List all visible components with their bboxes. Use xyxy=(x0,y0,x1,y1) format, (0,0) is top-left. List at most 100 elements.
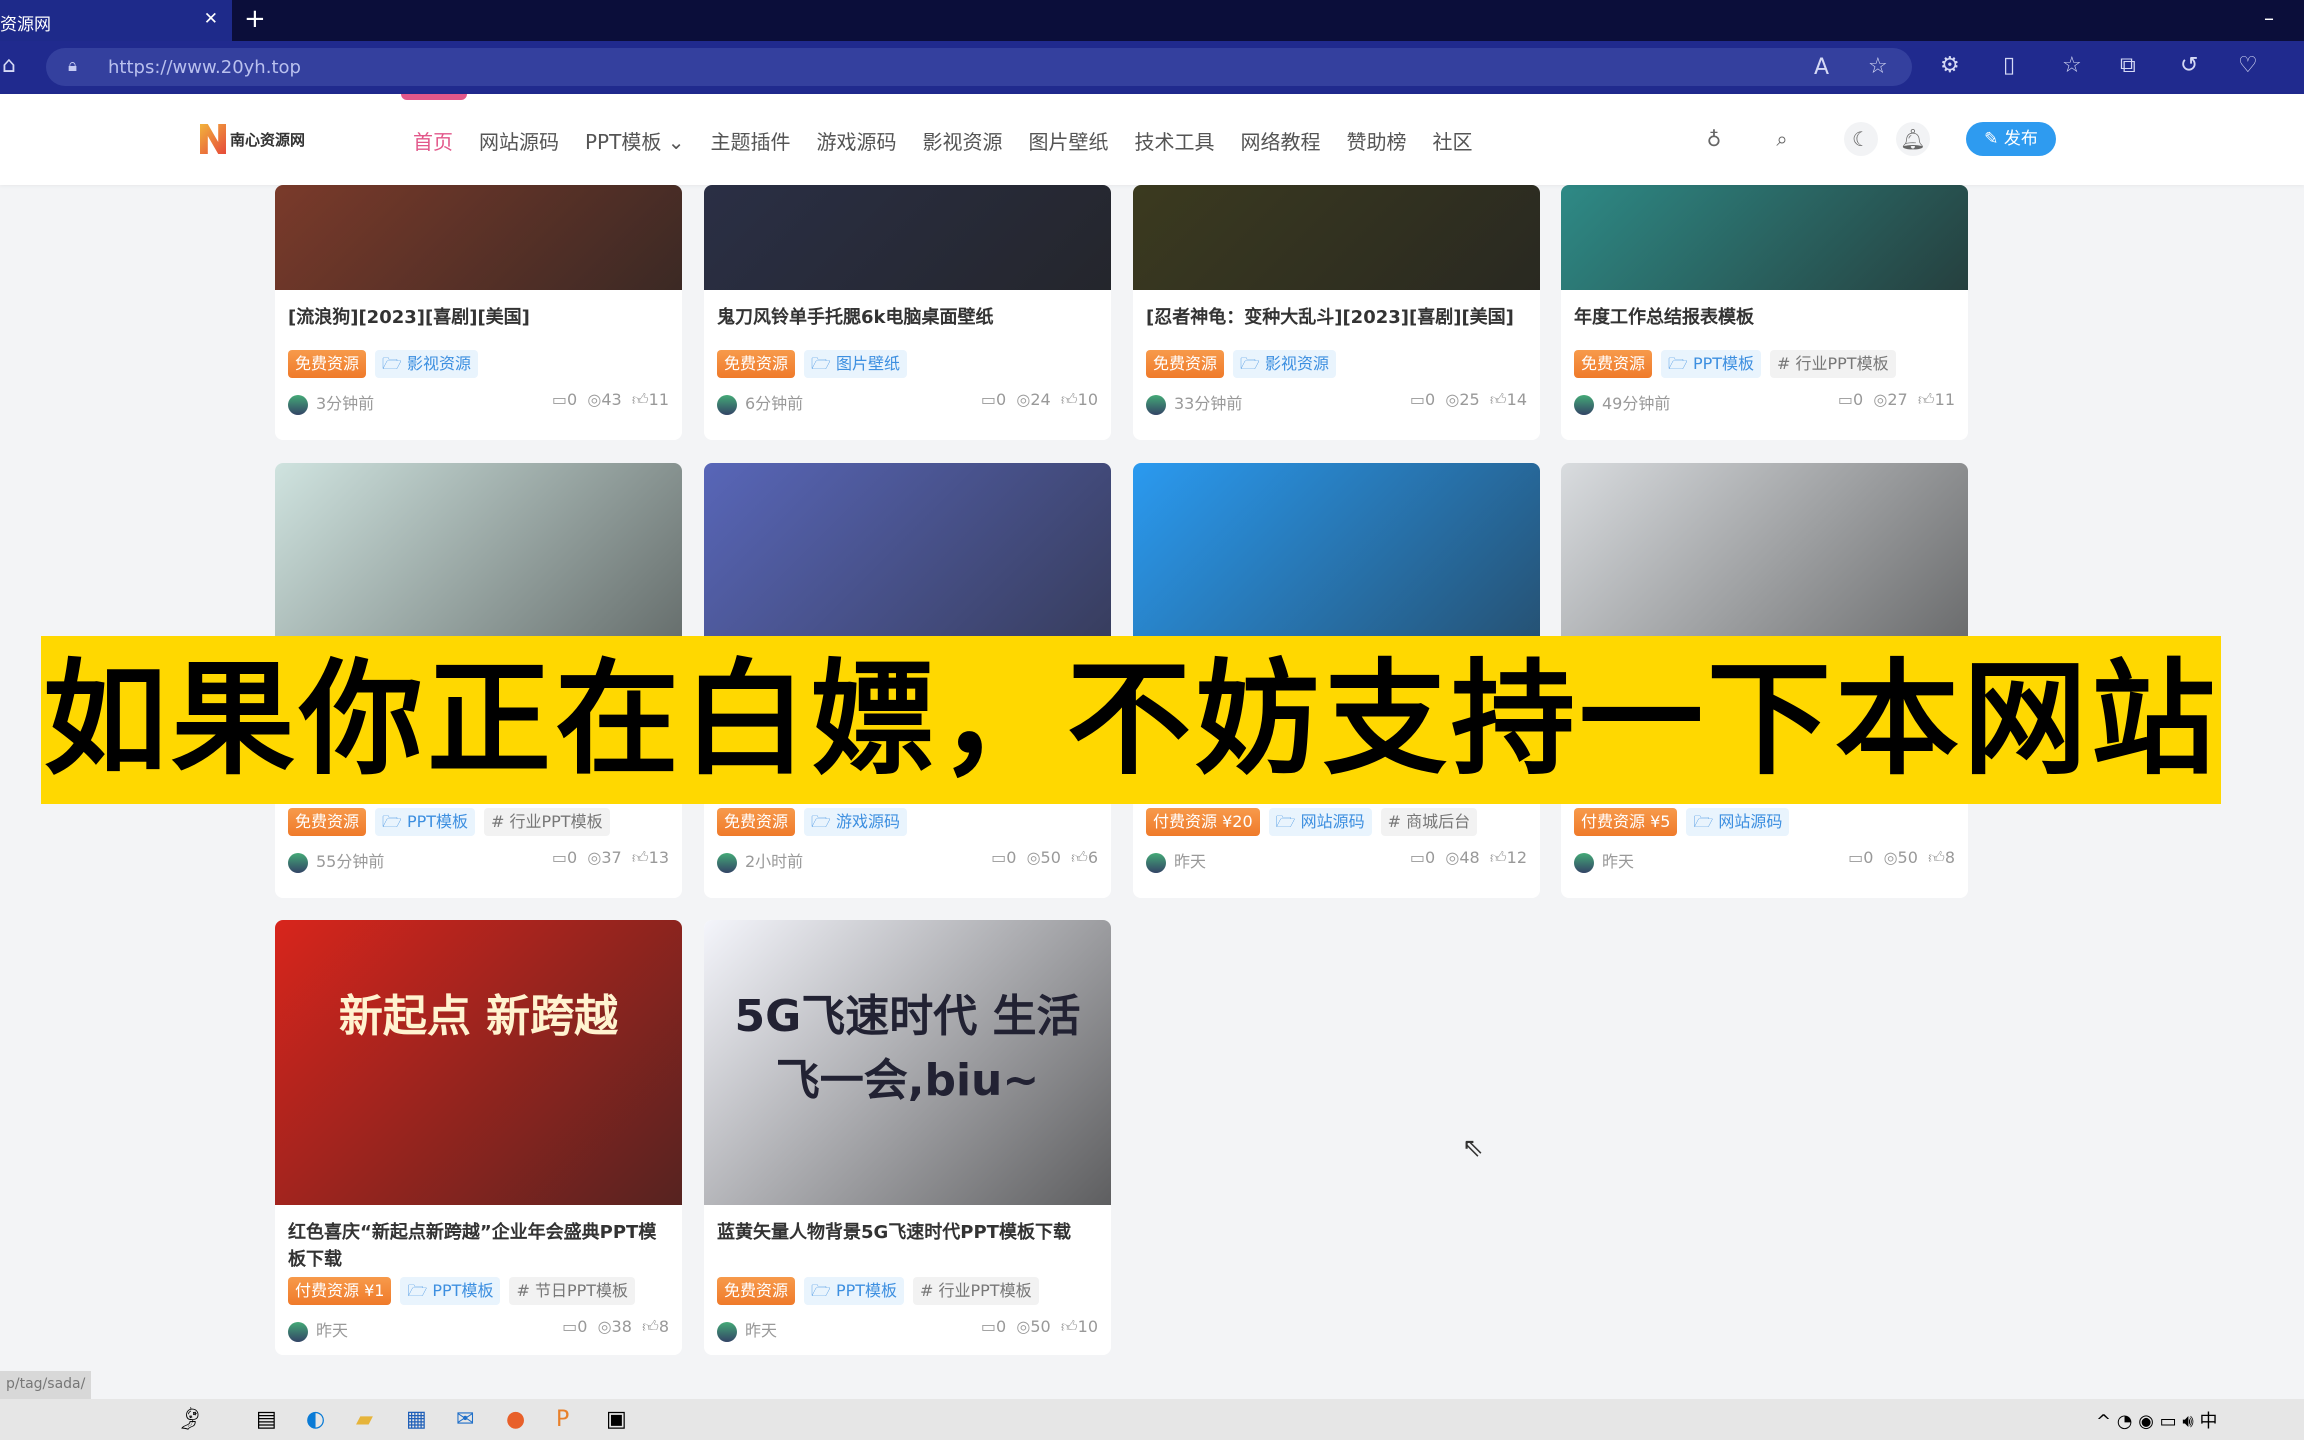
firefox-icon[interactable]: ● xyxy=(506,1407,525,1432)
price-badge: 免费资源 xyxy=(717,1277,796,1305)
post-card[interactable]: [流浪狗][2023][喜剧][美国] 免费资源 🗁 影视资源 3分钟前 ▭0 ◎43 … xyxy=(275,185,682,440)
post-thumbnail[interactable] xyxy=(1133,185,1540,290)
hashtag[interactable]: # 节日PPT模板 xyxy=(509,1277,636,1305)
post-thumbnail[interactable] xyxy=(704,185,1111,290)
category-tag[interactable]: 🗁 网站源码 xyxy=(1686,808,1790,836)
publish-button[interactable]: ✎ 发布 xyxy=(1966,122,2056,156)
mail-icon[interactable]: ✉ xyxy=(456,1407,474,1432)
split-screen-icon[interactable]: ▯ xyxy=(2003,53,2015,78)
post-card[interactable]: 5G飞速时代 生活飞一会,biu~ 蓝黄矢量人物背景5G飞速时代PPT模板下载 免费… xyxy=(704,920,1111,1355)
post-title[interactable]: 鬼刀风铃单手托腮6k电脑桌面壁纸 xyxy=(717,304,1099,331)
post-title[interactable]: 年度工作总结报表模板 xyxy=(1574,304,1956,331)
like-count: 6 xyxy=(1087,848,1098,867)
category-tag[interactable]: 🗁 影视资源 xyxy=(1233,350,1336,378)
close-tab-icon[interactable]: ✕ xyxy=(204,9,218,29)
post-card[interactable]: 新起点 新跨越 红色喜庆“新起点新跨越”企业年会盛典PPT模板下载 付费资源 ¥1 🗁… xyxy=(275,920,682,1355)
minimize-icon[interactable]: – xyxy=(2264,6,2274,30)
author-avatar[interactable] xyxy=(1146,852,1166,873)
file-explorer-icon[interactable]: ▰ xyxy=(356,1407,373,1432)
new-tab-icon[interactable]: + xyxy=(244,4,266,34)
edge-icon[interactable]: ◐ xyxy=(306,1407,325,1432)
hashtag[interactable]: # 商城后台 xyxy=(1380,808,1478,836)
dark-mode-icon[interactable]: ☾ xyxy=(1844,122,1878,156)
post-title[interactable]: 红色喜庆“新起点新跨越”企业年会盛典PPT模板下载 xyxy=(288,1219,670,1273)
performance-icon[interactable]: ♡ xyxy=(2238,53,2258,78)
history-icon[interactable]: ↺ xyxy=(2180,53,2198,78)
task-view-icon[interactable]: ▤ xyxy=(256,1407,277,1432)
price-badge: 免费资源 xyxy=(717,808,796,836)
nav-wallpapers[interactable]: 图片壁纸 xyxy=(1028,126,1108,155)
bell-icon[interactable]: 🔔︎ xyxy=(1896,122,1930,156)
nav-ppt-templates[interactable]: PPT模板 ⌄ xyxy=(585,126,684,155)
category-tag[interactable]: 🗁 PPT模板 xyxy=(375,808,476,836)
nav-community[interactable]: 社区 xyxy=(1432,126,1472,155)
url-input[interactable]: 🔒︎ https://www.20yh.top A ☆ xyxy=(46,48,1912,86)
category-tag[interactable]: 🗁 PPT模板 xyxy=(804,1277,905,1305)
post-thumbnail[interactable] xyxy=(1561,185,1968,290)
post-title[interactable]: [流浪狗][2023][喜剧][美国] xyxy=(288,304,670,331)
like-count: 8 xyxy=(658,1317,669,1336)
views-icon: ◎ xyxy=(1445,390,1460,409)
nav-home[interactable]: 首页 xyxy=(413,126,453,155)
post-thumbnail[interactable]: 新起点 新跨越 xyxy=(275,920,682,1205)
views-icon: ◎ xyxy=(1016,390,1031,409)
comment-icon: ▭ xyxy=(551,848,568,867)
like-icon: 👍︎ xyxy=(1489,390,1507,409)
thumbnail-text: 新起点 新跨越 xyxy=(338,991,619,1042)
nav-video-resources[interactable]: 影视资源 xyxy=(922,126,1002,155)
lightbulb-icon[interactable]: ♁ xyxy=(1697,122,1731,156)
nav-tech-tools[interactable]: 技术工具 xyxy=(1134,126,1214,155)
collections-icon[interactable]: ⧉ xyxy=(2120,53,2136,78)
category-tag[interactable]: 🗁 PPT模板 xyxy=(400,1277,501,1305)
author-avatar[interactable] xyxy=(717,394,737,415)
system-tray[interactable]: ^ ◔ ◉ ▭ 🔊︎ 中 xyxy=(2096,1407,2217,1433)
site-logo[interactable]: 南心资源网 xyxy=(200,124,305,154)
read-aloud-icon[interactable]: A xyxy=(1814,55,1829,80)
author-avatar[interactable] xyxy=(1146,394,1166,415)
author-avatar[interactable] xyxy=(1574,852,1594,873)
favorites-icon[interactable]: ☆ xyxy=(2062,53,2082,78)
post-title[interactable]: 蓝黄矢量人物背景5G飞速时代PPT模板下载 xyxy=(717,1219,1099,1246)
author-avatar[interactable] xyxy=(717,852,737,873)
category-tag[interactable]: 🗁 影视资源 xyxy=(375,350,478,378)
store-icon[interactable]: ▦ xyxy=(406,1407,427,1432)
hashtag[interactable]: # 行业PPT模板 xyxy=(913,1277,1039,1305)
taskbar: 🎐︎ ▤ ◐ ▰ ▦ ✉ ● P ▣ ^ ◔ ◉ ▭ 🔊︎ 中 xyxy=(0,1399,2304,1440)
post-thumbnail[interactable] xyxy=(275,185,682,290)
app-icon[interactable]: ▣ xyxy=(606,1407,627,1432)
view-count: 50 xyxy=(1040,848,1061,867)
post-title[interactable]: [忍者神龟：变种大乱斗][2023][喜剧][美国] xyxy=(1146,304,1528,331)
author-avatar[interactable] xyxy=(1574,394,1594,415)
nav-sponsors[interactable]: 赞助榜 xyxy=(1346,126,1406,155)
views-icon: ◎ xyxy=(1016,1317,1031,1336)
hashtag[interactable]: # 行业PPT模板 xyxy=(1770,350,1896,378)
category-tag[interactable]: 🗁 游戏源码 xyxy=(804,808,907,836)
like-count: 11 xyxy=(648,390,669,409)
post-thumbnail[interactable]: 5G飞速时代 生活飞一会,biu~ xyxy=(704,920,1111,1205)
views-icon: ◎ xyxy=(1026,848,1041,867)
widgets-icon[interactable]: 🎐︎ xyxy=(176,1407,204,1432)
author-avatar[interactable] xyxy=(717,1321,737,1342)
hashtag[interactable]: # 行业PPT模板 xyxy=(484,808,610,836)
category-tag[interactable]: 🗁 图片壁纸 xyxy=(804,350,907,378)
author-avatar[interactable] xyxy=(288,852,308,873)
home-icon[interactable]: ⌂ xyxy=(2,53,16,78)
category-tag[interactable]: 🗁 PPT模板 xyxy=(1661,350,1762,378)
comment-count: 0 xyxy=(1425,848,1436,867)
post-card[interactable]: 年度工作总结报表模板 免费资源 🗁 PPT模板 # 行业PPT模板 49分钟前 ▭0 ◎2… xyxy=(1561,185,1968,440)
nav-theme-plugins[interactable]: 主题插件 xyxy=(710,126,790,155)
like-count: 14 xyxy=(1506,390,1527,409)
favorite-star-icon[interactable]: ☆ xyxy=(1868,54,1888,79)
author-avatar[interactable] xyxy=(288,394,308,415)
post-card[interactable]: [忍者神龟：变种大乱斗][2023][喜剧][美国] 免费资源 🗁 影视资源 33分钟… xyxy=(1133,185,1540,440)
browser-tab[interactable]: 资源网 ✕ xyxy=(0,0,232,41)
nav-tutorials[interactable]: 网络教程 xyxy=(1240,126,1320,155)
author-avatar[interactable] xyxy=(288,1321,308,1342)
post-card[interactable]: 鬼刀风铃单手托腮6k电脑桌面壁纸 免费资源 🗁 图片壁纸 6分钟前 ▭0 ◎24 👍︎1… xyxy=(704,185,1111,440)
powerpoint-icon[interactable]: P xyxy=(556,1407,569,1432)
search-icon[interactable]: ⌕ xyxy=(1765,122,1799,156)
extensions-icon[interactable]: ⚙ xyxy=(1940,53,1960,78)
category-tag[interactable]: 🗁 网站源码 xyxy=(1268,808,1372,836)
nav-game-source[interactable]: 游戏源码 xyxy=(816,126,896,155)
nav-website-source[interactable]: 网站源码 xyxy=(479,126,559,155)
